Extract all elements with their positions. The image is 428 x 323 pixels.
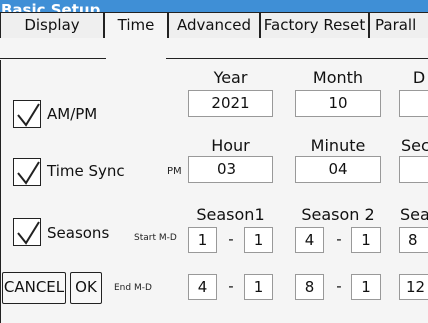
second-header: Sec (401, 136, 428, 155)
month-header: Month (312, 68, 364, 87)
year-header: Year (213, 68, 248, 87)
season1-end-month[interactable]: 4 (188, 274, 217, 300)
hour-header: Hour (211, 136, 250, 155)
tab-display[interactable]: Display (0, 12, 104, 38)
day-header: D (412, 68, 426, 87)
pm-indicator: PM (167, 166, 182, 177)
month-field[interactable]: 10 (295, 90, 381, 117)
season2-end-month[interactable]: 8 (295, 274, 324, 300)
checkmark-icon (17, 103, 40, 127)
ok-button[interactable]: OK (70, 272, 102, 304)
ampm-label: AM/PM (47, 105, 98, 123)
separator: - (228, 230, 234, 248)
hour-field[interactable]: 03 (188, 156, 273, 183)
checkmark-icon (17, 221, 40, 245)
minute-field[interactable]: 04 (295, 156, 381, 183)
separator: - (336, 277, 342, 295)
season2-start-day[interactable]: 1 (351, 227, 381, 253)
separator: - (228, 277, 234, 295)
seasons-label: Seasons (47, 224, 110, 242)
minute-header: Minute (310, 136, 366, 155)
seasons-checkbox[interactable] (13, 218, 41, 246)
season1-start-month[interactable]: 1 (188, 227, 217, 253)
cancel-button[interactable]: CANCEL (2, 272, 66, 304)
start-md-label: Start M-D (134, 233, 177, 243)
season2-end-day[interactable]: 1 (351, 274, 381, 300)
year-field[interactable]: 2021 (188, 90, 273, 117)
ampm-checkbox[interactable] (13, 100, 41, 128)
season3-header: Sea (400, 205, 428, 224)
tab-parallel[interactable]: Parall (369, 12, 428, 38)
time-sync-checkbox[interactable] (13, 158, 41, 186)
tab-factory-reset[interactable]: Factory Reset (260, 12, 369, 38)
tab-time[interactable]: Time (104, 12, 168, 38)
season2-header: Season 2 (301, 205, 375, 224)
season3-start-month[interactable]: 8 (399, 227, 428, 253)
day-field[interactable] (399, 90, 428, 117)
second-field[interactable] (399, 156, 428, 183)
checkmark-icon (17, 161, 40, 185)
season2-start-month[interactable]: 4 (295, 227, 324, 253)
basic-setup-window: Basic Setup Display Time Advanced Factor… (0, 0, 428, 323)
tab-advanced[interactable]: Advanced (168, 12, 260, 38)
season1-start-day[interactable]: 1 (244, 227, 273, 253)
end-md-label: End M-D (114, 283, 152, 293)
season3-end-month[interactable]: 12 (399, 274, 428, 300)
time-panel: Year Month D AM/PM 2021 10 Hour Minute S… (0, 60, 428, 323)
separator: - (336, 230, 342, 248)
season1-end-day[interactable]: 1 (244, 274, 273, 300)
time-sync-label: Time Sync (47, 162, 125, 180)
tab-divider (0, 57, 428, 61)
season1-header: Season1 (196, 205, 265, 224)
